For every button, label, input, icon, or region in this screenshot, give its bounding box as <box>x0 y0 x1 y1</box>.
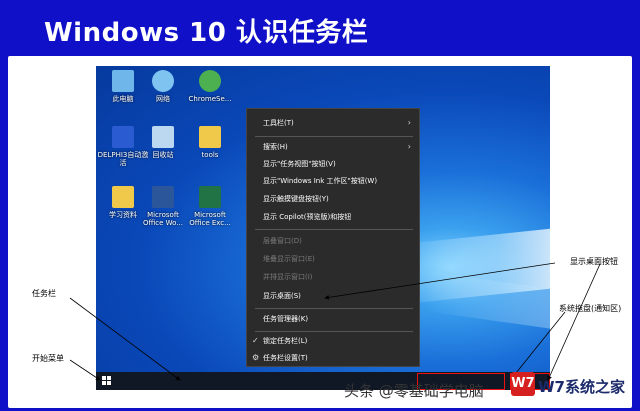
watermark-logo: W7 <box>511 372 535 396</box>
watermark-text: 头条 @零基础学电脑 <box>344 382 484 400</box>
arrow-to-taskbar <box>69 297 181 381</box>
arrow-to-system-tray <box>511 311 566 379</box>
arrow-to-show-desktop-item <box>324 262 556 300</box>
arrow-to-start-button <box>69 359 101 381</box>
annotation-arrows <box>69 262 601 381</box>
arrow-to-show-desktop-button <box>547 263 601 381</box>
watermark-site: W7系统之家 <box>538 378 625 396</box>
